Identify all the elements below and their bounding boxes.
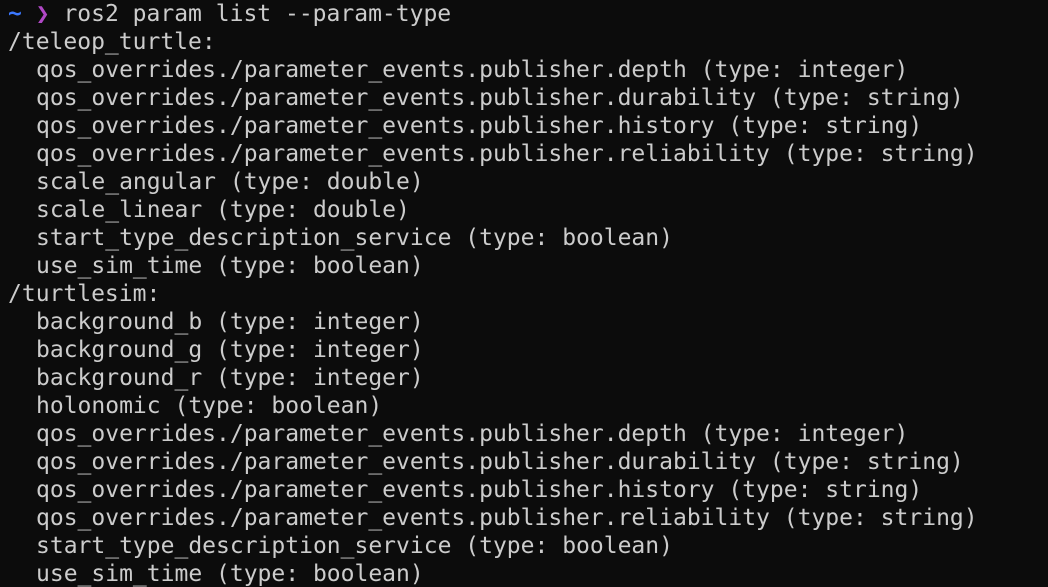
node-header-teleop-turtle: /teleop_turtle: <box>8 29 216 55</box>
command-text: ros2 param list --param-type <box>63 1 452 27</box>
param-line: qos_overrides./parameter_events.publishe… <box>36 113 923 139</box>
param-line: scale_angular (type: double) <box>36 169 424 195</box>
param-line: use_sim_time (type: boolean) <box>36 253 424 279</box>
param-line: background_r (type: integer) <box>36 365 424 391</box>
param-line: background_g (type: integer) <box>36 337 424 363</box>
param-line: scale_linear (type: double) <box>36 197 410 223</box>
param-line: qos_overrides./parameter_events.publishe… <box>36 141 978 167</box>
prompt-cwd: ~ <box>8 1 22 27</box>
node-header-turtlesim: /turtlesim: <box>8 281 161 307</box>
param-line: qos_overrides./parameter_events.publishe… <box>36 57 909 83</box>
param-line: background_b (type: integer) <box>36 309 424 335</box>
param-line: start_type_description_service (type: bo… <box>36 225 673 251</box>
param-line: start_type_description_service (type: bo… <box>36 533 673 559</box>
param-line: qos_overrides./parameter_events.publishe… <box>36 421 909 447</box>
param-line: holonomic (type: boolean) <box>36 393 383 419</box>
param-line: qos_overrides./parameter_events.publishe… <box>36 505 978 531</box>
param-line: qos_overrides./parameter_events.publishe… <box>36 85 964 111</box>
param-line: qos_overrides./parameter_events.publishe… <box>36 477 923 503</box>
param-line: qos_overrides./parameter_events.publishe… <box>36 449 964 475</box>
prompt-chevron-icon: ❯ <box>35 1 50 27</box>
param-line: use_sim_time (type: boolean) <box>36 561 424 587</box>
terminal-window[interactable]: ~ ❯ ros2 param list --param-type /teleop… <box>0 0 1048 587</box>
prompt-line: ~ ❯ ros2 param list --param-type <box>0 0 1048 28</box>
